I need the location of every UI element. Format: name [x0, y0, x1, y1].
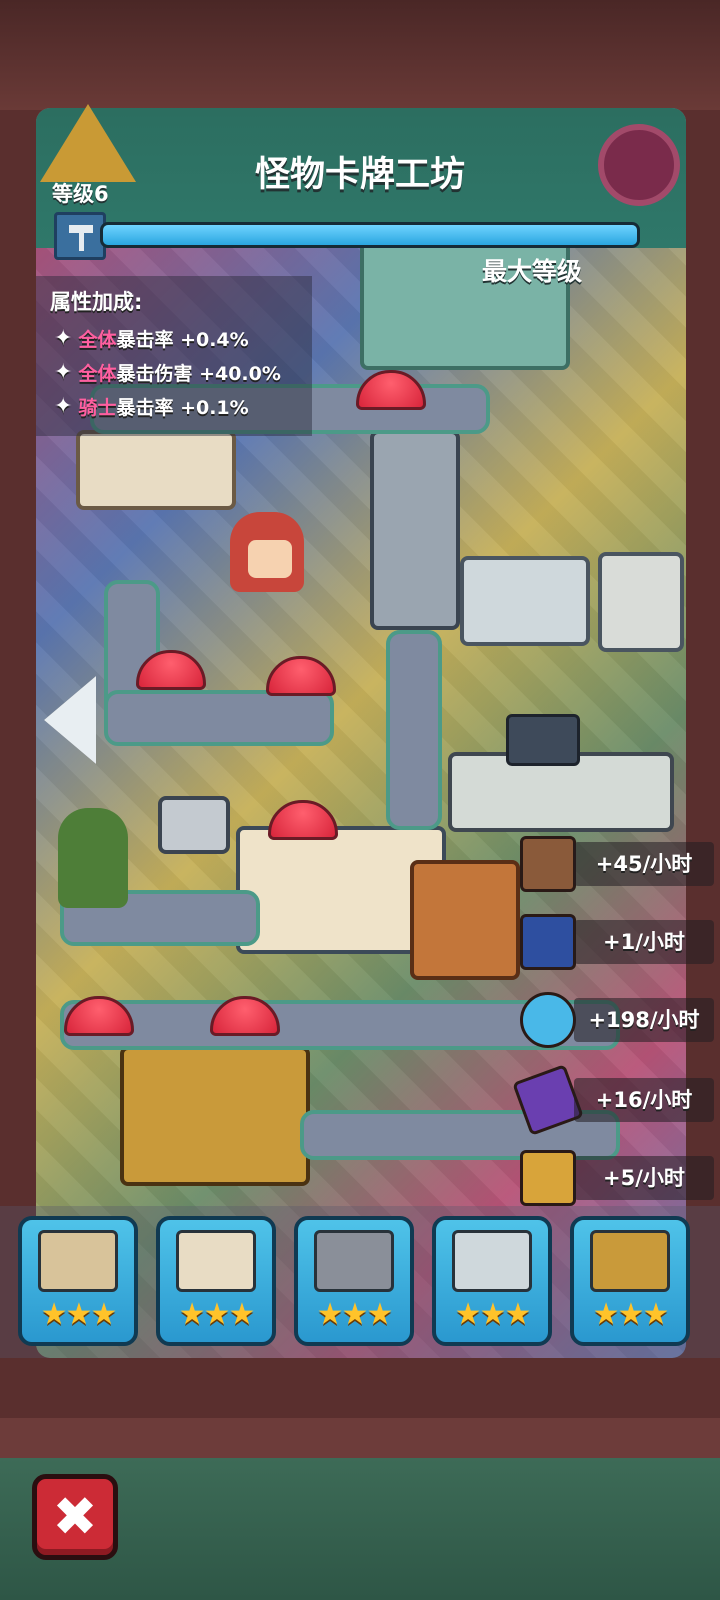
sparkle-icon: ✦: [54, 393, 73, 419]
machine-card-4[interactable]: ★★★: [432, 1216, 552, 1346]
boiler-tank: [410, 860, 520, 980]
rate-value: +1/小时: [574, 920, 714, 964]
side-machine: [598, 552, 684, 652]
star-rating: ★★★: [454, 1297, 532, 1332]
rate-value: +5/小时: [574, 1156, 714, 1200]
press-machine-2: [76, 430, 236, 510]
rate-row: +45/小时: [520, 836, 720, 892]
attribute-title: 属性加成:: [50, 290, 143, 314]
attribute-value: 暴击伤害 +40.0%: [116, 362, 281, 385]
star-rating: ★★★: [40, 1297, 118, 1332]
max-level-label: 最大等级: [482, 257, 583, 286]
close-button[interactable]: ✖: [32, 1474, 118, 1560]
rate-row: +5/小时: [520, 1150, 720, 1206]
machine-card-3[interactable]: ★★★: [294, 1216, 414, 1346]
machine-thumbnail: [590, 1230, 670, 1292]
machine-station-5: [120, 1046, 310, 1186]
attribute-scope: 骑士: [78, 396, 117, 419]
star-rating: ★★★: [316, 1297, 394, 1332]
previous-arrow-button[interactable]: [44, 676, 96, 764]
robot-worker: [506, 714, 580, 766]
attribute-row: ✦ 全体暴击伤害 +40.0%: [54, 357, 281, 387]
machine-card-2[interactable]: ★★★: [156, 1216, 276, 1346]
machine-thumbnail: [38, 1230, 118, 1292]
rate-row: +1/小时: [520, 914, 720, 970]
attribute-scope: 全体: [78, 362, 117, 385]
level-label: 等级6: [52, 182, 109, 206]
machine-thumbnail: [176, 1230, 256, 1292]
sparkle-icon: ✦: [54, 325, 73, 351]
attribute-row: ✦ 骑士暴击率 +0.1%: [54, 391, 249, 421]
conveyor-belt: [386, 630, 442, 830]
conveyor-belt: [104, 690, 334, 746]
machine-station-3: [370, 430, 460, 630]
machine-card-1[interactable]: ★★★: [18, 1216, 138, 1346]
barrier-gate: [460, 556, 590, 646]
hammer-icon: [54, 212, 106, 260]
close-icon: ✖: [52, 1485, 98, 1548]
knight-face: [248, 540, 292, 578]
mystery-card-icon: [520, 914, 576, 970]
attribute-value: 暴击率 +0.4%: [116, 328, 249, 351]
disc-icon: [520, 992, 576, 1048]
attribute-row: ✦ 全体暴击率 +0.4%: [54, 323, 249, 353]
rate-value: +198/小时: [574, 998, 714, 1042]
rate-row: +198/小时: [520, 992, 720, 1048]
top-frame: [0, 0, 720, 110]
star-rating: ★★★: [178, 1297, 256, 1332]
machine-thumbnail: [452, 1230, 532, 1292]
mystery-chest-icon: [520, 1150, 576, 1206]
machine-thumbnail: [314, 1230, 394, 1292]
small-terminal: [158, 796, 230, 854]
attribute-scope: 全体: [78, 328, 117, 351]
machine-card-5[interactable]: ★★★: [570, 1216, 690, 1346]
rate-value: +45/小时: [574, 842, 714, 886]
rate-row: +16/小时: [512, 1064, 720, 1136]
level-progress-fill: [103, 225, 637, 245]
rate-value: +16/小时: [574, 1078, 714, 1122]
sparkle-icon: ✦: [54, 359, 73, 385]
archer-hero: [58, 808, 128, 908]
level-progress-bar: [100, 222, 640, 248]
crown-card-icon: [520, 836, 576, 892]
attribute-value: 暴击率 +0.1%: [116, 396, 249, 419]
star-rating: ★★★: [592, 1297, 670, 1332]
